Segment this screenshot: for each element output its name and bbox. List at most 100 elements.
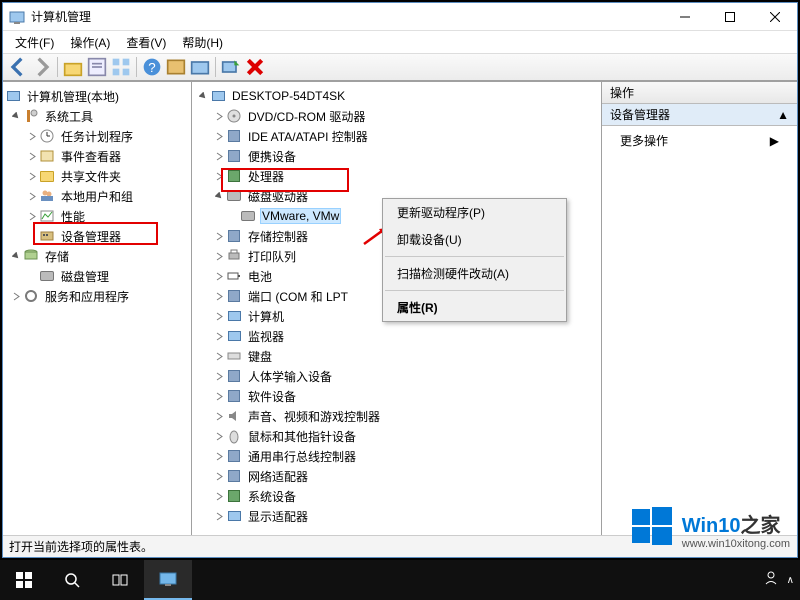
device-category[interactable]: DVD/CD-ROM 驱动器 [192,106,601,126]
tree-device-manager[interactable]: 设备管理器 [3,226,191,246]
context-update-driver[interactable]: 更新驱动程序(P) [383,199,566,226]
delete-button[interactable] [244,56,266,78]
expand-icon[interactable] [212,489,226,503]
collapse-icon[interactable] [196,89,210,103]
users-icon [39,188,55,204]
expand-icon[interactable] [212,509,226,523]
task-view-button[interactable] [96,560,144,600]
forward-button[interactable] [31,56,53,78]
menu-action[interactable]: 操作(A) [62,32,118,53]
tree-item[interactable]: 事件查看器 [3,146,191,166]
device-root[interactable]: DESKTOP-54DT4SK [192,86,601,106]
expand-icon[interactable] [9,289,23,303]
device-category[interactable]: 鼠标和其他指针设备 [192,426,601,446]
device-category[interactable]: 显示适配器 [192,506,601,526]
collapse-icon[interactable] [9,249,23,263]
cpu-icon [226,168,242,184]
tree-item[interactable]: 任务计划程序 [3,126,191,146]
context-properties[interactable]: 属性(R) [383,294,566,321]
battery-icon [226,268,242,284]
expand-icon[interactable] [25,129,39,143]
expand-icon[interactable] [212,329,226,343]
up-button[interactable] [62,56,84,78]
context-scan-hardware[interactable]: 扫描检测硬件改动(A) [383,260,566,287]
expand-icon[interactable] [212,369,226,383]
device-category[interactable]: 键盘 [192,346,601,366]
context-uninstall[interactable]: 卸载设备(U) [383,226,566,253]
menu-view[interactable]: 查看(V) [118,32,174,53]
tree-item[interactable]: 本地用户和组 [3,186,191,206]
collapse-icon[interactable] [212,189,226,203]
device-category[interactable]: 人体学输入设备 [192,366,601,386]
menu-file[interactable]: 文件(F) [7,32,62,53]
search-button[interactable] [48,560,96,600]
tool-button-1[interactable] [165,56,187,78]
device-category[interactable]: 处理器 [192,166,601,186]
expand-icon[interactable] [212,129,226,143]
close-button[interactable] [752,3,797,31]
actions-more-label: 更多操作 [620,132,668,149]
tree-storage[interactable]: 存储 [3,246,191,266]
device-category[interactable]: 监视器 [192,326,601,346]
view-button[interactable] [110,56,132,78]
minimize-button[interactable] [662,3,707,31]
expand-icon[interactable] [212,429,226,443]
menu-help[interactable]: 帮助(H) [174,32,231,53]
expand-icon[interactable] [212,309,226,323]
back-button[interactable] [7,56,29,78]
expand-icon[interactable] [25,209,39,223]
collapse-icon[interactable] [9,109,23,123]
expand-icon[interactable] [25,189,39,203]
properties-button[interactable] [86,56,108,78]
tool-button-2[interactable] [189,56,211,78]
tools-icon [23,108,39,124]
expand-icon[interactable] [212,229,226,243]
portable-icon [226,148,242,164]
tree-system-tools[interactable]: 系统工具 [3,106,191,126]
expand-icon[interactable] [212,449,226,463]
device-category[interactable]: 网络适配器 [192,466,601,486]
tree-item[interactable]: 磁盘管理 [3,266,191,286]
window-title: 计算机管理 [31,8,662,25]
expand-icon[interactable] [25,169,39,183]
device-category[interactable]: 软件设备 [192,386,601,406]
device-category[interactable]: IDE ATA/ATAPI 控制器 [192,126,601,146]
status-text: 打开当前选择项的属性表。 [9,538,153,555]
device-category[interactable]: 系统设备 [192,486,601,506]
expand-icon[interactable] [25,149,39,163]
taskbar-tray: ∧ [763,570,800,591]
expand-icon[interactable] [212,269,226,283]
expand-icon[interactable] [212,409,226,423]
expand-icon[interactable] [212,389,226,403]
expand-icon[interactable] [212,289,226,303]
device-category[interactable]: 声音、视频和游戏控制器 [192,406,601,426]
tray-people-icon[interactable] [763,570,779,591]
start-button[interactable] [0,560,48,600]
keyboard-icon [226,348,242,364]
computer-icon [5,88,21,104]
expand-icon[interactable] [212,469,226,483]
device-category[interactable]: 通用串行总线控制器 [192,446,601,466]
device-category[interactable]: 便携设备 [192,146,601,166]
actions-subheader[interactable]: 设备管理器 ▲ [602,104,797,126]
expand-icon[interactable] [212,149,226,163]
tree-item[interactable]: 性能 [3,206,191,226]
scan-button[interactable] [220,56,242,78]
hid-icon [226,368,242,384]
menubar: 文件(F) 操作(A) 查看(V) 帮助(H) [3,31,797,53]
expand-icon[interactable] [212,249,226,263]
expand-icon[interactable] [212,349,226,363]
expand-icon[interactable] [212,109,226,123]
taskbar-app-compmgmt[interactable] [144,560,192,600]
actions-more[interactable]: 更多操作 ▶ [602,126,797,155]
titlebar: 计算机管理 [3,3,797,31]
computer-management-window: 计算机管理 文件(F) 操作(A) 查看(V) 帮助(H) ? [2,2,798,558]
tree-item[interactable]: 共享文件夹 [3,166,191,186]
performance-icon [39,208,55,224]
help-button[interactable]: ? [141,56,163,78]
tray-chevron-icon[interactable]: ∧ [787,575,794,586]
maximize-button[interactable] [707,3,752,31]
tree-services[interactable]: 服务和应用程序 [3,286,191,306]
expand-icon[interactable] [212,169,226,183]
tree-root[interactable]: 计算机管理(本地) [3,86,191,106]
